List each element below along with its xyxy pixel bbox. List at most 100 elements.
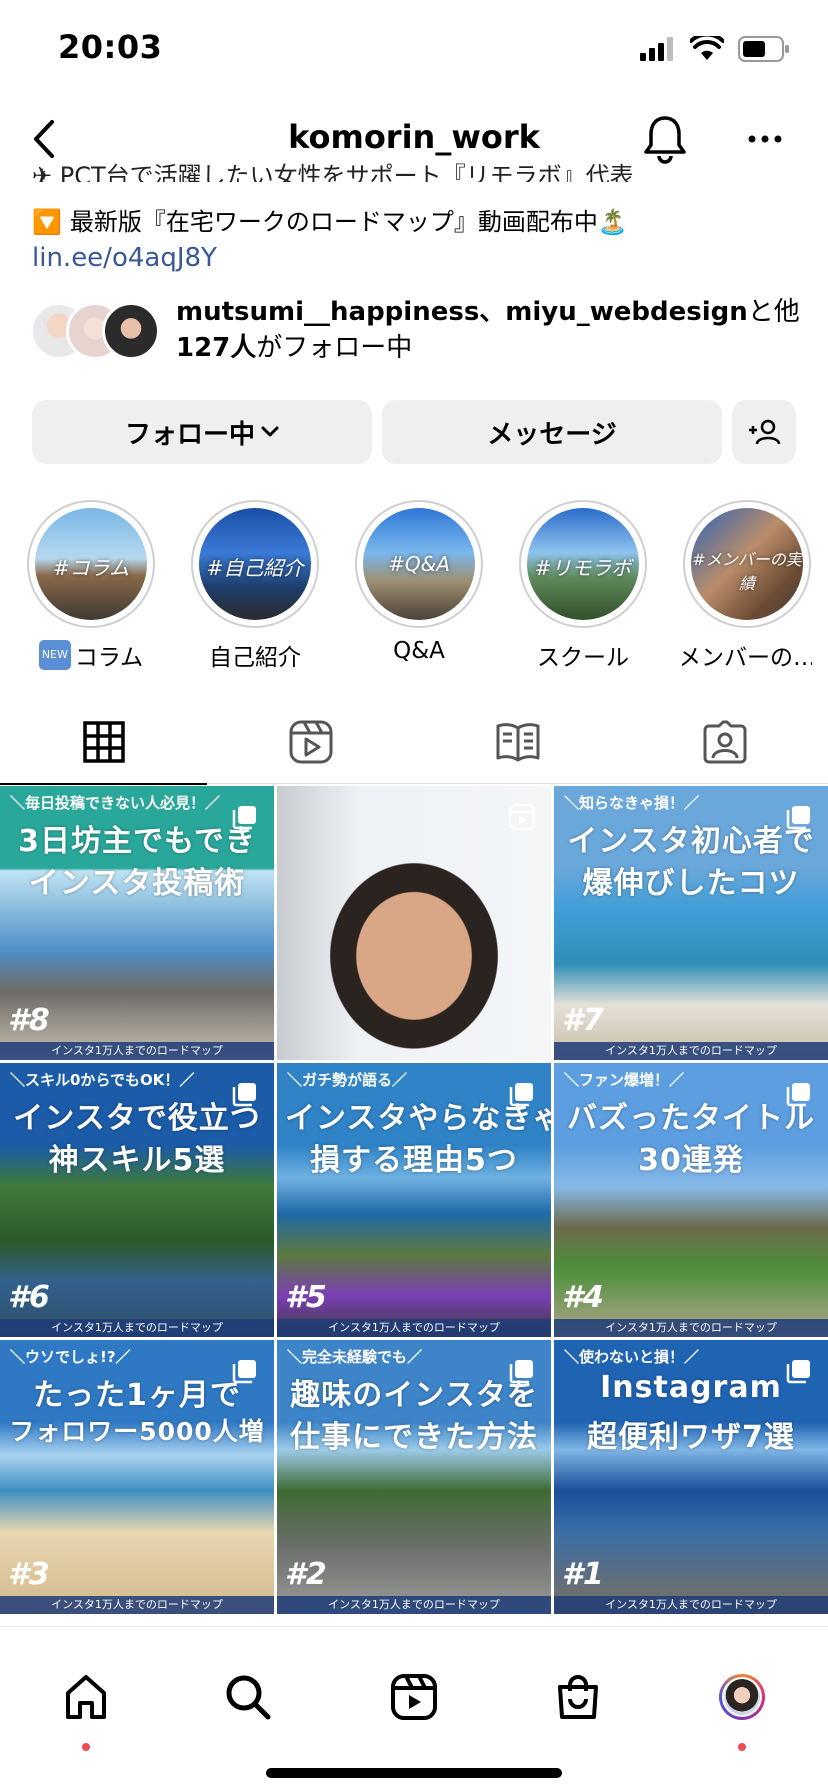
following-label: フォロー中 — [124, 419, 255, 450]
post-title-line-1: インスタで役立つ — [13, 1101, 261, 1136]
post-tile-reel[interactable] — [277, 786, 551, 1060]
post-title-line-1: インスタ初心者で — [567, 824, 815, 859]
post-tile[interactable]: ＼スキル0からでもOK！／ インスタで役立つ 神スキル5選 #6 インスタ1万人… — [0, 1063, 274, 1337]
tab-guides[interactable] — [414, 716, 621, 768]
post-title-line-1: 3日坊主でもでき — [18, 824, 256, 859]
post-tile[interactable]: ＼ガチ勢が語る／ インスタやらなきゃ 損する理由5つ #5 インスタ1万人までの… — [277, 1063, 551, 1337]
post-subtitle: ＼ウソでしょ!?／ — [10, 1348, 131, 1366]
post-tile[interactable]: ＼ウソでしょ!?／ たった1ヶ月で フォロワー5000人増 #3 インスタ1万人… — [0, 1340, 274, 1614]
post-footer: インスタ1万人までのロードマップ — [0, 1596, 274, 1614]
post-number: #2 — [285, 1557, 327, 1592]
post-subtitle: ＼完全未経験でも／ — [287, 1348, 423, 1366]
post-subtitle: ＼スキル0からでもOK！／ — [10, 1071, 195, 1089]
post-tile[interactable]: ＼知らなきゃ損！／ インスタ初心者で 爆伸びしたコツ #7 インスタ1万人までの… — [554, 786, 828, 1060]
highlight-members[interactable]: #メンバーの実績 メンバーの… — [682, 500, 812, 672]
carousel-icon — [232, 1360, 256, 1384]
post-subtitle: ＼ファン爆増！／ — [564, 1071, 685, 1089]
post-title-line-2: 損する理由5つ — [310, 1143, 518, 1178]
highlight-label-text: コラム — [74, 645, 144, 671]
following-button[interactable]: フォロー中 — [32, 400, 372, 464]
reel-play-icon — [509, 804, 535, 830]
notifications-button[interactable] — [642, 114, 688, 164]
tab-tagged[interactable] — [621, 716, 828, 768]
username-title: komorin_work — [288, 118, 540, 156]
reels-icon — [289, 720, 332, 764]
post-title-line-2: フォロワー5000人増 — [9, 1417, 265, 1446]
post-title-line-2: 30連発 — [638, 1143, 744, 1178]
highlight-school[interactable]: #リモラボ スクール — [518, 500, 648, 672]
tab-posts-grid[interactable] — [0, 716, 207, 785]
more-options-button[interactable] — [740, 116, 790, 162]
message-button[interactable]: メッセージ — [382, 400, 722, 464]
avatar — [722, 1677, 762, 1717]
nav-shop[interactable] — [548, 1667, 608, 1727]
new-badge-icon: NEW — [38, 640, 71, 670]
post-number: #8 — [8, 1003, 50, 1038]
highlight-cover-text: #Q&A — [388, 552, 450, 576]
bio-link[interactable]: lin.ee/o4aqJ8Y — [32, 240, 217, 276]
nav-reels[interactable] — [384, 1667, 444, 1727]
wifi-icon — [690, 36, 724, 60]
post-number: #4 — [562, 1280, 604, 1315]
status-icons — [640, 36, 790, 62]
post-footer: インスタ1万人までのロードマップ — [554, 1319, 828, 1337]
post-title-line-1: Instagram — [600, 1370, 782, 1405]
post-number: #1 — [562, 1557, 604, 1592]
bottom-navigation — [0, 1626, 828, 1792]
post-footer: インスタ1万人までのロードマップ — [277, 1319, 551, 1337]
post-title-line-2: 神スキル5選 — [48, 1143, 226, 1178]
highlight-label: 自己紹介 — [209, 645, 301, 671]
post-tile[interactable]: ＼使わないと損！／ Instagram 超便利ワザ7選 #1 インスタ1万人まで… — [554, 1340, 828, 1614]
highlight-label: スクール — [537, 645, 629, 671]
post-tile[interactable]: ＼完全未経験でも／ 趣味のインスタを 仕事にできた方法 #2 インスタ1万人まで… — [277, 1340, 551, 1614]
post-footer: インスタ1万人までのロードマップ — [0, 1319, 274, 1337]
post-footer: インスタ1万人までのロードマップ — [0, 1042, 274, 1060]
home-notification-dot — [82, 1743, 90, 1751]
profile-tabs — [0, 700, 828, 785]
highlight-qa[interactable]: #Q&A Q&A — [354, 500, 484, 664]
highlight-cover: #メンバーの実績 — [691, 508, 803, 620]
bio-line-2: 🔽 最新版『在宅ワークのロードマップ』動画配布中🏝️ — [32, 204, 628, 240]
highlight-column[interactable]: #コラム NEW コラム — [26, 500, 156, 672]
highlight-cover-text: #自己紹介 — [206, 556, 304, 580]
post-tile[interactable]: ＼ファン爆増！／ バズったタイトル 30連発 #4 インスタ1万人までのロードマ… — [554, 1063, 828, 1337]
battery-icon — [738, 36, 789, 62]
suggested-users-button[interactable] — [732, 400, 796, 464]
profile-notification-dot — [738, 1743, 746, 1751]
bell-icon — [644, 116, 686, 164]
carousel-icon — [232, 806, 256, 830]
home-indicator[interactable] — [266, 1768, 562, 1778]
post-subtitle: ＼ガチ勢が語る／ — [287, 1071, 408, 1089]
highlight-ring: #自己紹介 — [191, 500, 319, 628]
post-title-line-2: 超便利ワザ7選 — [587, 1420, 795, 1455]
post-number: #6 — [8, 1280, 50, 1315]
highlight-self-intro[interactable]: #自己紹介 自己紹介 — [190, 500, 320, 672]
carousel-icon — [786, 1360, 810, 1384]
highlight-cover: #コラム — [35, 508, 147, 620]
bio-line-2-text: 最新版『在宅ワークのロードマップ』動画配布中🏝️ — [69, 208, 628, 236]
followed-by[interactable]: mutsumi__happiness、miyu_webdesignと他 127人… — [30, 294, 820, 374]
followed-by-text: mutsumi__happiness、miyu_webdesignと他 127人… — [176, 294, 800, 366]
post-subtitle: ＼知らなきゃ損！／ — [564, 794, 700, 812]
post-tile[interactable]: ＼毎日投稿できない人必見！／ 3日坊主でもでき インスタ投稿術 #8 インスタ1… — [0, 786, 274, 1060]
status-bar: 20:03 — [0, 0, 828, 100]
post-title-line-1: インスタやらなきゃ — [285, 1101, 551, 1136]
nav-home[interactable] — [56, 1667, 116, 1727]
tab-reels[interactable] — [207, 716, 414, 768]
nav-search[interactable] — [218, 1667, 278, 1727]
highlight-ring: #Q&A — [355, 500, 483, 628]
highlight-cover: #リモラボ — [527, 508, 639, 620]
highlight-ring: #コラム — [27, 500, 155, 628]
carousel-icon — [509, 1083, 533, 1107]
highlight-ring: #メンバーの実績 — [683, 500, 811, 628]
post-title-line-1: 趣味のインスタを — [290, 1378, 538, 1413]
post-footer: インスタ1万人までのロードマップ — [277, 1596, 551, 1614]
tagged-person-icon — [703, 720, 746, 764]
message-label: メッセージ — [487, 419, 617, 450]
highlight-label: メンバーの… — [682, 645, 812, 671]
post-footer: インスタ1万人までのロードマップ — [554, 1042, 828, 1060]
nav-profile[interactable] — [712, 1667, 772, 1727]
shopping-bag-icon — [558, 1675, 598, 1719]
highlight-ring: #リモラボ — [519, 500, 647, 628]
highlight-cover: #Q&A — [363, 508, 475, 620]
